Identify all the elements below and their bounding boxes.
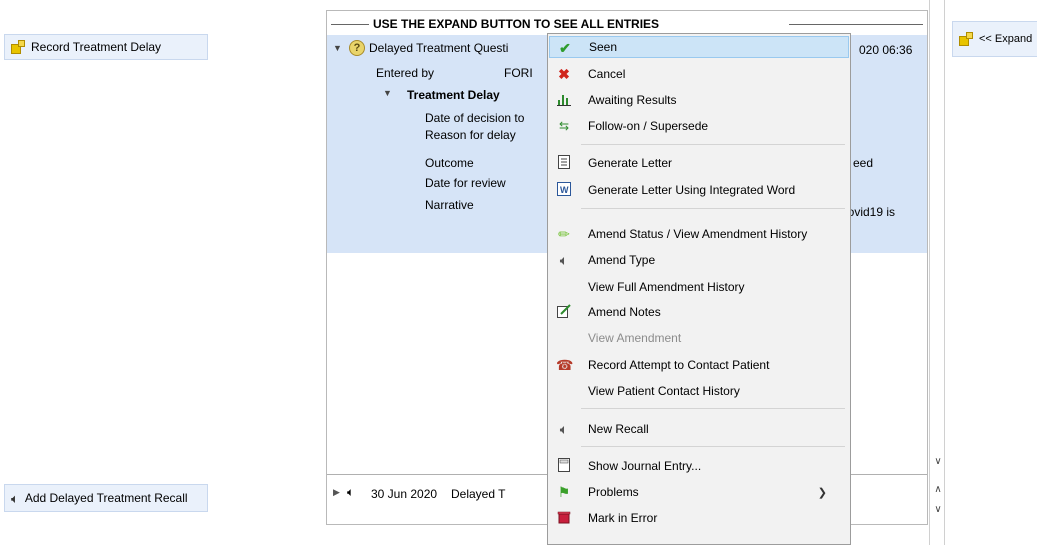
- document-icon: [556, 155, 572, 171]
- menu-item-view-amendment: View Amendment: [588, 331, 682, 345]
- expand-button[interactable]: << Expand: [952, 21, 1037, 57]
- check-icon: ✔: [559, 40, 571, 56]
- menu-item-generate-letter[interactable]: Generate Letter: [549, 152, 849, 174]
- field-label: Narrative: [425, 198, 474, 212]
- menu-item-mark-in-error[interactable]: Mark in Error: [549, 507, 849, 529]
- field-label: Date of decision to: [425, 111, 525, 125]
- menu-item-amend-notes[interactable]: Amend Notes: [549, 301, 849, 323]
- notes-edit-icon: [556, 304, 572, 320]
- header-rule-left: [331, 24, 369, 25]
- menu-item-amend-status[interactable]: ✏ Amend Status / View Amendment History: [549, 223, 849, 245]
- bottom-entry-text: Delayed T: [451, 487, 506, 501]
- phone-icon: ☎: [556, 357, 574, 373]
- speaker-icon: 🔈︎: [559, 421, 569, 437]
- chart-icon: [556, 92, 572, 108]
- expand-record-icon: [959, 32, 973, 46]
- menu-separator: [581, 446, 845, 447]
- speaker-tool-icon: 🔈︎: [559, 252, 569, 268]
- menu-item-record-attempt-contact[interactable]: ☎ Record Attempt to Contact Patient: [549, 354, 849, 376]
- svg-text:W: W: [560, 185, 569, 195]
- header-rule-right: [789, 24, 923, 25]
- section-collapse-icon[interactable]: ▼: [383, 88, 392, 98]
- entry-title: Delayed Treatment Questi: [369, 41, 509, 55]
- entry-time: 020 06:36: [859, 43, 913, 57]
- menu-item-follow-on[interactable]: ⇆ Follow-on / Supersede: [549, 115, 849, 137]
- word-icon: W: [556, 182, 572, 198]
- menu-item-amend-type[interactable]: 🔈︎ Amend Type: [549, 249, 849, 271]
- bin-icon: [556, 510, 572, 526]
- panel-header: USE THE EXPAND BUTTON TO SEE ALL ENTRIES: [373, 17, 660, 31]
- field-label: Date for review: [425, 176, 506, 190]
- context-menu: ✔ Seen ✖ Cancel Awaiting Results ⇆ Follo…: [547, 33, 851, 545]
- menu-item-view-patient-contact-history[interactable]: View Patient Contact History: [549, 380, 849, 402]
- menu-item-generate-letter-word[interactable]: W Generate Letter Using Integrated Word: [549, 179, 849, 201]
- scroll-down-icon[interactable]: ∨: [931, 504, 945, 515]
- journal-icon: [556, 458, 572, 474]
- entered-by-value: FORI: [504, 66, 533, 80]
- arrows-icon: ⇆: [558, 119, 570, 133]
- record-treatment-delay-button[interactable]: Record Treatment Delay: [4, 34, 208, 60]
- field-value: eed: [853, 156, 874, 170]
- question-icon: ?: [349, 40, 365, 56]
- bottom-speaker-icon: 🔈︎: [347, 485, 355, 499]
- menu-item-awaiting-results[interactable]: Awaiting Results: [549, 89, 849, 111]
- menu-item-problems[interactable]: ⚑ Problems ❯: [549, 481, 849, 503]
- submenu-arrow-icon: ❯: [817, 486, 827, 499]
- field-label: Reason for delay: [425, 128, 516, 142]
- menu-separator: [581, 144, 845, 145]
- menu-item-seen[interactable]: ✔ Seen: [549, 36, 849, 58]
- pencil-icon: ✏: [558, 226, 570, 242]
- record-icon: [11, 40, 25, 54]
- section-title: Treatment Delay: [407, 88, 500, 102]
- entered-by-label: Entered by: [376, 66, 435, 80]
- scroll-down-icon[interactable]: ∨: [931, 456, 945, 467]
- scroll-up-icon[interactable]: ∧: [931, 484, 945, 495]
- menu-item-new-recall[interactable]: 🔈︎ New Recall: [549, 418, 849, 440]
- expand-entry-icon[interactable]: ▶: [333, 487, 340, 498]
- cross-icon: ✖: [558, 66, 570, 82]
- flag-icon: ⚑: [557, 484, 571, 500]
- add-delayed-treatment-recall-label: Add Delayed Treatment Recall: [24, 491, 188, 505]
- menu-item-show-journal-entry[interactable]: Show Journal Entry...: [549, 455, 849, 477]
- collapse-toggle-icon[interactable]: ▼: [333, 43, 342, 53]
- expand-label: << Expand: [979, 33, 1033, 45]
- menu-item-cancel[interactable]: ✖ Cancel: [549, 63, 849, 85]
- scrollbar[interactable]: ∨ ∧ ∨: [929, 0, 945, 545]
- record-treatment-delay-label: Record Treatment Delay: [31, 40, 162, 54]
- field-label: Outcome: [425, 156, 474, 170]
- bottom-entry-date: 30 Jun 2020: [371, 487, 438, 501]
- add-delayed-treatment-recall-button[interactable]: 🔈︎ Add Delayed Treatment Recall: [4, 484, 208, 512]
- menu-item-view-full-amendment-history[interactable]: View Full Amendment History: [549, 276, 849, 298]
- speaker-icon: 🔈︎: [11, 490, 19, 506]
- menu-separator: [581, 408, 845, 409]
- menu-separator: [581, 208, 845, 209]
